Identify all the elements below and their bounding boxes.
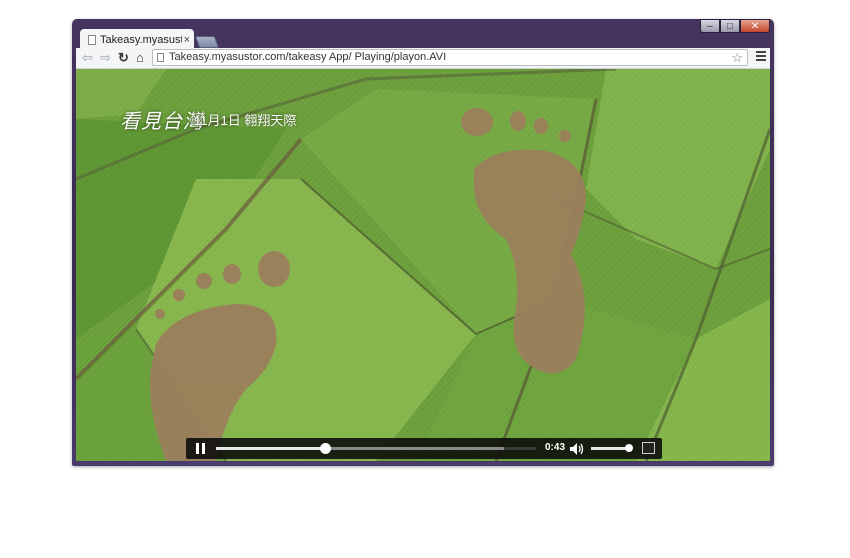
progress-bar (216, 447, 325, 450)
tab-close-icon[interactable]: × (184, 34, 190, 46)
back-icon[interactable]: ⇦ (82, 50, 93, 66)
caption-date: 11月1日 翱翔天際 (194, 113, 297, 128)
address-bar[interactable]: Takeasy.myasustor.com/takeasy App/ Playi… (152, 49, 748, 66)
menu-icon[interactable] (756, 51, 766, 63)
url-text: Takeasy.myasustor.com/takeasy App/ Playi… (169, 51, 447, 63)
reload-icon[interactable]: ↻ (118, 50, 129, 66)
caption-logo: 看見台灣 (120, 109, 204, 133)
video-player[interactable]: 看見台灣 11月1日 翱翔天際 0:43 (76, 69, 770, 461)
window-controls: – □ ✕ (700, 19, 770, 33)
new-tab-button[interactable] (194, 36, 220, 48)
home-icon[interactable]: ⌂ (136, 50, 144, 66)
volume-slider[interactable] (591, 444, 633, 452)
seek-handle[interactable] (319, 443, 331, 454)
page-icon (157, 53, 164, 62)
browser-tab[interactable]: Takeasy.myasusto... × (80, 29, 194, 48)
video-caption: 看見台灣 11月1日 翱翔天際 (120, 105, 296, 134)
browser-toolbar: ⇦ ⇨ ↻ ⌂ Takeasy.myasustor.com/takeasy Ap… (76, 48, 770, 69)
current-time: 0:43 (545, 442, 566, 453)
maximize-button[interactable]: □ (720, 19, 740, 33)
forward-icon[interactable]: ⇨ (100, 50, 111, 66)
page-icon (88, 34, 96, 45)
close-window-button[interactable]: ✕ (740, 19, 770, 33)
minimize-button[interactable]: – (700, 19, 720, 33)
volume-handle[interactable] (625, 444, 633, 452)
pause-icon[interactable] (196, 443, 206, 454)
browser-window: – □ ✕ Takeasy.myasusto... × ⇦ ⇨ ↻ ⌂ Take… (72, 19, 774, 466)
volume-icon[interactable] (570, 443, 584, 455)
seek-bar[interactable] (216, 443, 536, 454)
volume-level (591, 447, 629, 450)
fullscreen-icon[interactable] (642, 442, 655, 454)
star-icon[interactable]: ☆ (731, 50, 743, 65)
player-controls: 0:43 (186, 438, 662, 459)
tab-title: Takeasy.myasusto... (100, 33, 182, 46)
